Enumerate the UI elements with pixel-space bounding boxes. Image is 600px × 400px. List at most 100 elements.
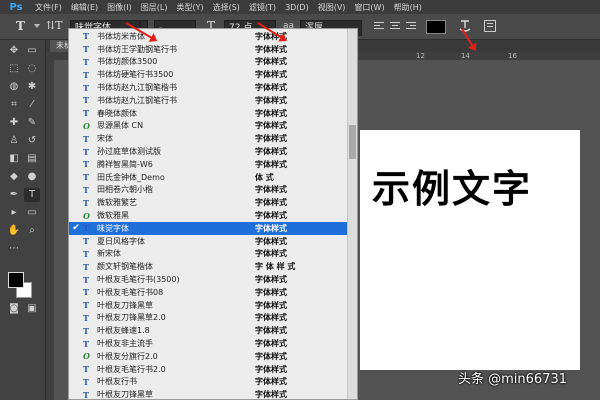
- font-list-item[interactable]: T 书体坊赵九江钢笔楷书 字体样式: [69, 81, 347, 94]
- dodge-tool-icon[interactable]: ●: [24, 170, 40, 184]
- font-name: 书体坊颜体3500: [97, 57, 158, 67]
- menu-view[interactable]: 视图(V): [318, 2, 346, 13]
- menu-filter[interactable]: 滤镜(T): [249, 2, 276, 13]
- type-tool-icon-active[interactable]: T: [24, 188, 40, 202]
- character-panel-icon[interactable]: [484, 20, 496, 32]
- menu-type[interactable]: 类型(Y): [176, 2, 203, 13]
- menu-image[interactable]: 图像(I): [107, 2, 132, 13]
- clone-stamp-icon[interactable]: ♙: [6, 134, 22, 148]
- font-list-item[interactable]: T 孙过庭草体测试版 字体样式: [69, 145, 347, 158]
- zoom-tool-icon[interactable]: ⌕: [24, 224, 40, 238]
- font-preview: 字体样式: [255, 351, 287, 361]
- healing-brush-icon[interactable]: ✚: [6, 116, 22, 130]
- font-name: 叶根友刀锋黑草: [97, 300, 153, 310]
- font-list-scrollbar[interactable]: [347, 29, 357, 399]
- font-name: 春晓体颜体: [97, 108, 137, 118]
- font-preview: 字体样式: [255, 198, 287, 208]
- type-tool-icon[interactable]: T: [16, 19, 30, 33]
- font-list-item[interactable]: O 思源黑体 CN 字体样式: [69, 120, 347, 133]
- font-name: 书体坊赵九江钢笔行书: [97, 95, 177, 105]
- font-list-item[interactable]: T 宋体 字体样式: [69, 132, 347, 145]
- text-color-swatch[interactable]: [426, 20, 446, 34]
- quick-select-icon[interactable]: ◍: [6, 80, 22, 94]
- menu-edit[interactable]: 编辑(E): [71, 2, 98, 13]
- font-list-item[interactable]: T 书体坊王学勤钢笔行书 字体样式: [69, 43, 347, 56]
- font-list-item[interactable]: T 书体坊赵九江钢笔行书 字体样式: [69, 94, 347, 107]
- eraser-tool-icon[interactable]: ◧: [6, 152, 22, 166]
- menu-3d[interactable]: 3D(D): [285, 3, 309, 12]
- font-list-item[interactable]: T 腾祥智黑简-W6 字体样式: [69, 158, 347, 171]
- font-preview: 字 体 样 式: [255, 262, 296, 272]
- font-list-item[interactable]: T 书体坊颜体3500 字体样式: [69, 56, 347, 69]
- eyedropper-icon[interactable]: ⁄: [24, 98, 40, 112]
- truetype-font-icon: T: [83, 146, 89, 157]
- font-list-item[interactable]: T 叶根友蜂速1.8 字体样式: [69, 324, 347, 337]
- menu-file[interactable]: 文件(F): [35, 2, 62, 13]
- truetype-font-icon: T: [83, 56, 89, 67]
- marquee-tool-icon[interactable]: ⬚: [6, 62, 22, 76]
- warp-text-icon[interactable]: [458, 19, 472, 33]
- magic-wand-icon[interactable]: ✱: [24, 80, 40, 94]
- font-preview: 字体样式: [255, 121, 287, 131]
- sample-text-layer[interactable]: 示例文字: [372, 158, 532, 213]
- screen-mode-icon[interactable]: ▣: [24, 302, 40, 316]
- crop-tool-icon[interactable]: ⌗: [6, 98, 22, 112]
- font-list-item[interactable]: T 叶根友刀锋黑草2.0 字体样式: [69, 312, 347, 325]
- shape-tool-icon[interactable]: ▭: [24, 206, 40, 220]
- align-right-button[interactable]: [406, 22, 416, 32]
- font-name: 叶根友蜂速1.8: [97, 326, 150, 336]
- move-tool-icon[interactable]: ✥: [6, 44, 22, 58]
- font-list-item[interactable]: T 叶根友刀锋黑草 字体样式: [69, 388, 347, 400]
- font-list-item[interactable]: T 叶根友刀锋黑草 字体样式: [69, 299, 347, 312]
- font-preview: 字体样式: [255, 70, 287, 80]
- font-list-item[interactable]: T 春晓体颜体 字体样式: [69, 107, 347, 120]
- font-preview: 字体样式: [255, 390, 287, 400]
- text-orientation-icon[interactable]: ⇅T: [46, 19, 63, 32]
- align-left-button[interactable]: [374, 22, 384, 32]
- font-list-item[interactable]: T 微软雅繁艺 字体样式: [69, 196, 347, 209]
- path-select-icon[interactable]: ▸: [6, 206, 22, 220]
- font-list-item[interactable]: T 叶根友非主流手 字体样式: [69, 337, 347, 350]
- font-list-item[interactable]: T 田相卷六朝小楷 字体样式: [69, 184, 347, 197]
- menu-layer[interactable]: 图层(L): [141, 2, 168, 13]
- menu-select[interactable]: 选择(S): [213, 2, 240, 13]
- truetype-font-icon: T: [83, 338, 89, 349]
- foreground-color-swatch[interactable]: [8, 272, 24, 288]
- font-list-item[interactable]: T 叶根友行书 字体样式: [69, 376, 347, 389]
- font-list-item[interactable]: T 书体坊米芾体 字体样式: [69, 30, 347, 43]
- blur-tool-icon[interactable]: ◆: [6, 170, 22, 184]
- gradient-tool-icon[interactable]: ▤: [24, 152, 40, 166]
- font-list-item[interactable]: O 微软雅黑 字体样式: [69, 209, 347, 222]
- vertical-ruler: [46, 52, 54, 400]
- font-name: 叶根友刀锋黑草: [97, 390, 153, 400]
- menu-window[interactable]: 窗口(W): [354, 2, 384, 13]
- history-brush-icon[interactable]: ↺: [24, 134, 40, 148]
- font-list-item[interactable]: T 叶根友毛笔行书(3500) 字体样式: [69, 273, 347, 286]
- font-name: 叶根友非主流手: [97, 339, 153, 349]
- font-list-item[interactable]: T 新宋体 字体样式: [69, 248, 347, 261]
- font-preview: 字体样式: [255, 300, 287, 310]
- font-list-scroll-thumb[interactable]: [349, 125, 356, 159]
- truetype-font-icon: T: [83, 223, 89, 234]
- brush-tool-icon[interactable]: ✎: [24, 116, 40, 130]
- hand-tool-icon[interactable]: ✋: [6, 224, 22, 238]
- font-name: 书体坊王学勤钢笔行书: [97, 44, 177, 54]
- artboard-tool-icon[interactable]: ▭: [24, 44, 40, 58]
- font-preview: 字体样式: [255, 134, 287, 144]
- pen-tool-icon[interactable]: ✒: [6, 188, 22, 202]
- font-list-item[interactable]: ✔ T 味觉字体 字体样式: [69, 222, 347, 235]
- truetype-font-icon: T: [83, 133, 89, 144]
- tool-preset-caret-icon[interactable]: [34, 24, 40, 28]
- font-list-item[interactable]: T 叶根友毛笔行书2.0 字体样式: [69, 363, 347, 376]
- menu-help[interactable]: 帮助(H): [394, 2, 422, 13]
- align-center-button[interactable]: [390, 22, 400, 32]
- font-list-item[interactable]: O 叶根友分旗行2.0 字体样式: [69, 350, 347, 363]
- lasso-tool-icon[interactable]: ◌: [24, 62, 40, 76]
- font-list-item[interactable]: T 叶根友毛笔行书08 字体样式: [69, 286, 347, 299]
- font-list-item[interactable]: T 颜文轩钢笔楷体 字 体 样 式: [69, 260, 347, 273]
- quick-mask-icon[interactable]: ◙: [6, 302, 22, 316]
- font-list-item[interactable]: T 书体坊硬笔行书3500 字体样式: [69, 68, 347, 81]
- font-list-item[interactable]: T 夏日风格字体 字体样式: [69, 235, 347, 248]
- more-tools-icon[interactable]: ⋯: [6, 242, 22, 256]
- font-list-item[interactable]: T 田氏金钟体_Demo 体 式: [69, 171, 347, 184]
